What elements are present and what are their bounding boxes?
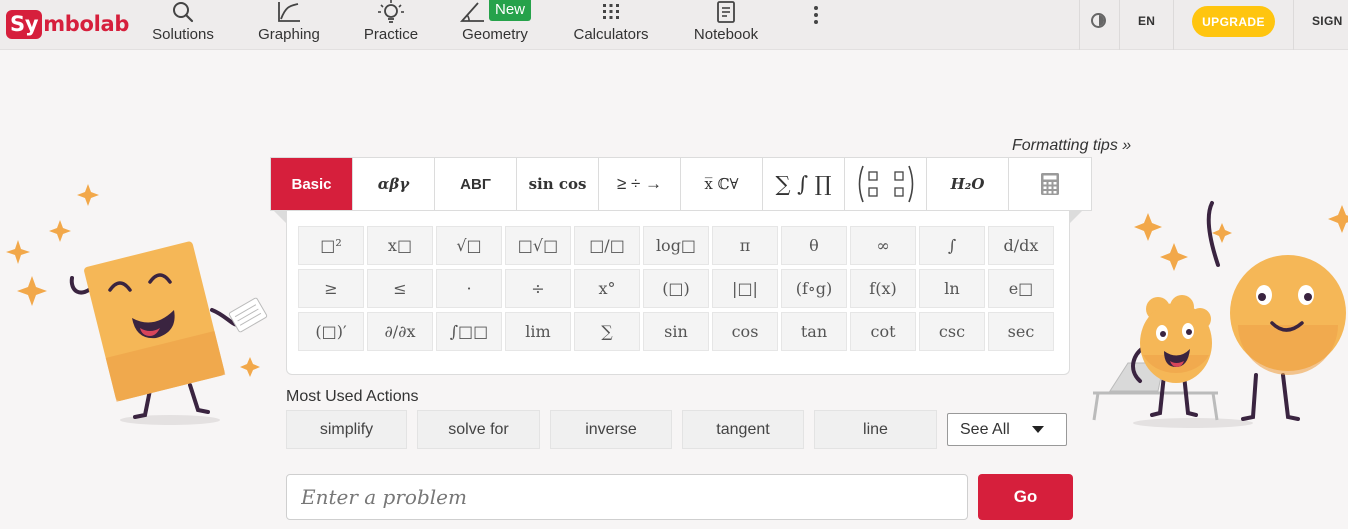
key-nth-root[interactable]: □√□ xyxy=(505,226,571,265)
divider xyxy=(1119,0,1120,50)
divider xyxy=(1293,0,1294,50)
key-prime[interactable]: (□)′ xyxy=(298,312,364,351)
nav-solutions[interactable]: Solutions xyxy=(151,0,215,50)
key-cos[interactable]: cos xyxy=(712,312,778,351)
panel-wing-left xyxy=(274,211,286,223)
symbolab-logo[interactable]: Sy mbolab xyxy=(6,8,129,40)
key-sec[interactable]: sec xyxy=(988,312,1054,351)
key-absolute[interactable]: |□| xyxy=(712,269,778,308)
panel-wing-right xyxy=(1070,211,1082,223)
language-selector[interactable]: EN xyxy=(1138,14,1155,28)
key-csc[interactable]: csc xyxy=(919,312,985,351)
action-simplify[interactable]: simplify xyxy=(286,410,407,449)
nav-notebook-label: Notebook xyxy=(693,26,759,43)
key-partial[interactable]: ∂/∂x xyxy=(367,312,433,351)
angle-icon xyxy=(460,2,484,22)
new-badge: New xyxy=(489,0,532,21)
key-fraction[interactable]: □/□ xyxy=(574,226,640,265)
tab-basic[interactable]: Basic xyxy=(271,158,353,210)
kebab-menu-icon[interactable] xyxy=(808,6,824,26)
most-used-actions-title: Most Used Actions xyxy=(286,388,419,405)
key-cdot[interactable]: · xyxy=(436,269,502,308)
key-theta[interactable]: θ xyxy=(781,226,847,265)
go-button[interactable]: Go xyxy=(978,474,1073,520)
upgrade-button[interactable]: UPGRADE xyxy=(1192,6,1275,37)
key-integral[interactable]: ∫ xyxy=(919,226,985,265)
key-sin[interactable]: sin xyxy=(643,312,709,351)
key-power[interactable]: x□ xyxy=(367,226,433,265)
key-infinity[interactable]: ∞ xyxy=(850,226,916,265)
keyboard-tabs: Basic αβγ ΑΒΓ sin cos ≥ ÷ → x̅ ℂ∀ ∑ ∫ ∏ … xyxy=(270,157,1092,211)
matrix-icon xyxy=(858,165,913,203)
contrast-icon[interactable] xyxy=(1091,13,1106,28)
nav-geometry-label: Geometry xyxy=(462,26,528,43)
mascot-left-illustration xyxy=(6,184,268,425)
key-parentheses[interactable]: (□) xyxy=(643,269,709,308)
tab-chemistry[interactable]: H₂O xyxy=(927,158,1009,210)
key-pi[interactable]: π xyxy=(712,226,778,265)
tab-greek-lower[interactable]: αβγ xyxy=(353,158,435,210)
tab-sets[interactable]: x̅ ℂ∀ xyxy=(681,158,763,210)
notebook-icon xyxy=(717,1,735,23)
divider xyxy=(1173,0,1174,50)
tab-trig[interactable]: sin cos xyxy=(517,158,599,210)
key-cot[interactable]: cot xyxy=(850,312,916,351)
key-square[interactable]: □² xyxy=(298,226,364,265)
problem-input[interactable] xyxy=(286,474,968,520)
graph-icon xyxy=(278,2,300,22)
logo-highlight: Sy xyxy=(6,9,43,39)
key-divide[interactable]: ÷ xyxy=(505,269,571,308)
tab-calculus[interactable]: ∑ ∫ ∏ xyxy=(763,158,845,210)
divider xyxy=(1079,0,1080,50)
nav-calculators-label: Calculators xyxy=(573,26,649,43)
search-icon xyxy=(173,2,194,23)
nav-notebook[interactable]: Notebook xyxy=(690,0,762,50)
keyboard-keys: □² x□ √□ □√□ □/□ log□ π θ ∞ ∫ d/dx ≥ ≤ · ÷ x° (□) |□| (f∘g… xyxy=(298,226,1062,351)
key-less-equal[interactable]: ≤ xyxy=(367,269,433,308)
key-derivative[interactable]: d/dx xyxy=(988,226,1054,265)
tab-matrix[interactable] xyxy=(845,158,927,210)
key-function[interactable]: f(x) xyxy=(850,269,916,308)
logo-text: mbolab xyxy=(43,12,130,36)
nav-solutions-label: Solutions xyxy=(152,26,214,43)
nav-graphing[interactable]: Graphing xyxy=(257,0,321,50)
action-tangent[interactable]: tangent xyxy=(682,410,804,449)
key-greater-equal[interactable]: ≥ xyxy=(298,269,364,308)
action-solve-for[interactable]: solve for xyxy=(417,410,540,449)
see-all-dropdown[interactable]: See All xyxy=(947,413,1067,446)
key-compose[interactable]: (f∘g) xyxy=(781,269,847,308)
key-limit[interactable]: lim xyxy=(505,312,571,351)
action-inverse[interactable]: inverse xyxy=(550,410,672,449)
key-degree[interactable]: x° xyxy=(574,269,640,308)
nav-calculators[interactable]: Calculators xyxy=(571,0,651,50)
key-sum[interactable]: ∑ xyxy=(574,312,640,351)
tab-greek-upper[interactable]: ΑΒΓ xyxy=(435,158,517,210)
lightbulb-icon xyxy=(378,0,404,23)
top-navigation-bar: Sy mbolab Solutions Graphing Practice Geo… xyxy=(0,0,1348,50)
key-sqrt[interactable]: √□ xyxy=(436,226,502,265)
mascot-right-illustration xyxy=(1092,201,1348,428)
tab-calculator[interactable] xyxy=(1009,158,1091,210)
nav-practice[interactable]: Practice xyxy=(361,0,421,50)
key-exp[interactable]: e□ xyxy=(988,269,1054,308)
sign-in-link[interactable]: SIGN xyxy=(1312,14,1343,28)
calculator-grid-icon xyxy=(603,4,619,19)
key-tan[interactable]: tan xyxy=(781,312,847,351)
key-log-base[interactable]: log□ xyxy=(643,226,709,265)
calculator-icon xyxy=(1041,173,1059,195)
formatting-tips-link[interactable]: Formatting tips » xyxy=(1012,137,1131,155)
tab-operators[interactable]: ≥ ÷ → xyxy=(599,158,681,210)
caret-down-icon xyxy=(1032,426,1044,433)
see-all-label: See All xyxy=(960,420,1010,438)
action-line[interactable]: line xyxy=(814,410,937,449)
nav-graphing-label: Graphing xyxy=(258,26,320,43)
nav-practice-label: Practice xyxy=(363,26,419,43)
key-definite-integral[interactable]: ∫□□ xyxy=(436,312,502,351)
key-ln[interactable]: ln xyxy=(919,269,985,308)
